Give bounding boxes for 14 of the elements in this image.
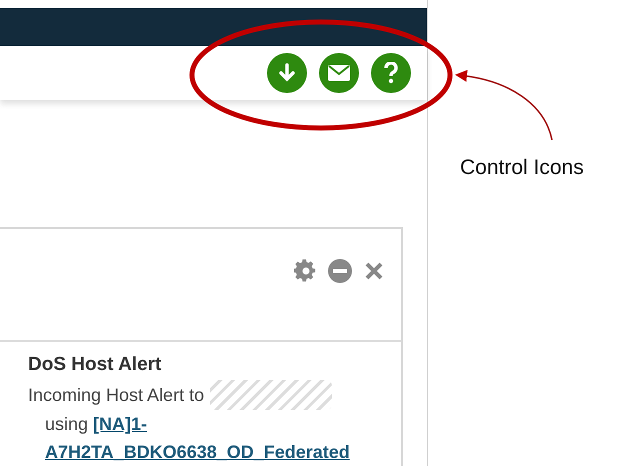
alert-title: DoS Host Alert [28, 354, 162, 376]
mail-button[interactable] [319, 52, 359, 93]
download-button[interactable] [267, 52, 307, 93]
settings-icon [294, 258, 318, 282]
alert-detail: using [NA]1-A7H2TA_BDKO6638_OD_Federated [44, 413, 351, 464]
annotation-label: Control Icons [460, 156, 584, 179]
help-icon [384, 62, 398, 84]
down-arrow-icon [278, 62, 296, 83]
close-icon [364, 260, 384, 280]
minimize-button[interactable] [327, 258, 353, 284]
help-button[interactable] [371, 52, 411, 93]
minimize-icon [328, 258, 352, 282]
envelope-icon [328, 64, 350, 81]
alert-text: Incoming Host Alert to [28, 384, 204, 406]
